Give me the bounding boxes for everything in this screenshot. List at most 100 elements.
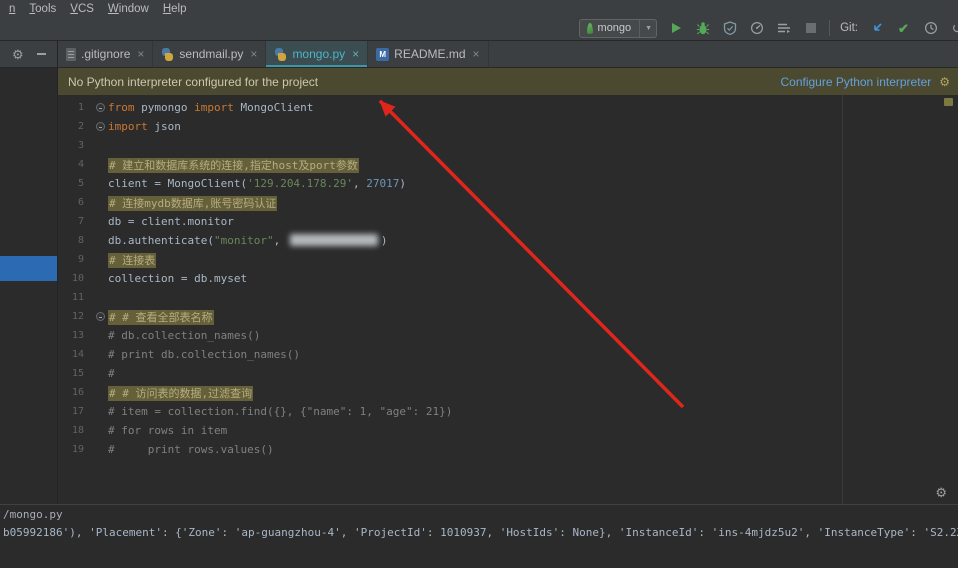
configure-interpreter-link[interactable]: Configure Python interpreter <box>780 75 931 89</box>
menu-item-tools[interactable]: Tools <box>22 1 63 17</box>
code-segment: json <box>154 120 181 133</box>
code-text: # print rows.values() <box>108 443 274 456</box>
run-button[interactable] <box>667 20 684 37</box>
code-line[interactable]: 12 # # 查看全部表名称 <box>58 307 958 326</box>
menu-item-vcs[interactable]: VCS <box>63 1 101 17</box>
code-segment: # print rows.values() <box>108 443 274 456</box>
inspection-marker[interactable] <box>944 98 953 106</box>
code-line[interactable]: 8 db.authenticate("monitor", ) <box>58 231 958 250</box>
main-area: ⚙ .gitignore × sendmail.py × mongo.py × M READM… <box>0 41 958 504</box>
code-text: # # 访问表的数据,过滤查询 <box>108 385 254 401</box>
project-tree[interactable] <box>0 68 57 504</box>
debug-button[interactable] <box>694 20 711 37</box>
code-line[interactable]: 13 # db.collection_names() <box>58 326 958 345</box>
stop-button[interactable] <box>802 20 819 37</box>
code-line[interactable]: 7 db = client.monitor <box>58 212 958 231</box>
line-number: 10 <box>71 273 84 284</box>
code-line[interactable]: 19 # print rows.values() <box>58 440 958 459</box>
close-icon[interactable]: × <box>352 47 359 61</box>
code-segment: # item = collection.find({}, {"name": 1,… <box>108 405 453 418</box>
code-segment: # 连接表 <box>108 252 157 268</box>
history-button[interactable] <box>922 20 939 37</box>
code-segment: # print db.collection_names() <box>108 348 301 361</box>
code-segment: import <box>194 101 241 114</box>
code-line[interactable]: 1 from pymongo import MongoClient <box>58 98 958 117</box>
close-icon[interactable]: × <box>137 47 144 61</box>
menu-item-n[interactable]: n <box>2 1 22 17</box>
line-number: 2 <box>77 121 84 132</box>
line-number: 19 <box>71 444 84 455</box>
text-file-icon <box>66 47 76 61</box>
code-segment: ) <box>399 177 407 190</box>
gear-icon[interactable]: ⚙ <box>12 48 24 61</box>
code-segment: # # 查看全部表名称 <box>108 309 214 325</box>
close-icon[interactable]: × <box>250 47 257 61</box>
editor-tabs: .gitignore × sendmail.py × mongo.py × M README.… <box>58 41 958 68</box>
hide-panel-minus-icon[interactable] <box>36 53 46 55</box>
code-line[interactable]: 2 import json <box>58 117 958 136</box>
code-segment: MongoClient <box>240 101 314 114</box>
code-line[interactable]: 9 # 连接表 <box>58 250 958 269</box>
tab-gitignore[interactable]: .gitignore × <box>58 41 154 67</box>
banner-message: No Python interpreter configured for the… <box>68 74 319 89</box>
commit-button[interactable]: ✔ <box>895 20 912 37</box>
code-segment: ) <box>380 234 388 247</box>
code-line[interactable]: 18 # for rows in item <box>58 421 958 440</box>
line-number: 16 <box>71 387 84 398</box>
mongodb-icon <box>586 22 593 34</box>
update-project-button[interactable] <box>868 20 885 37</box>
code-segment: 27017 <box>366 177 400 190</box>
code-editor[interactable]: 1 from pymongo import MongoClient 2 import … <box>58 95 958 504</box>
interpreter-banner: No Python interpreter configured for the… <box>58 68 958 95</box>
code-line[interactable]: 16 # # 访问表的数据,过滤查询 <box>58 383 958 402</box>
editor-pane: .gitignore × sendmail.py × mongo.py × M README.… <box>58 41 958 504</box>
code-segment: # db.collection_names() <box>108 329 261 342</box>
toolbar-separator <box>829 20 831 36</box>
menu-item-window[interactable]: Window <box>101 1 156 17</box>
menu-item-help[interactable]: Help <box>156 1 194 17</box>
line-number: 3 <box>77 140 84 151</box>
code-line[interactable]: 14 # print db.collection_names() <box>58 345 958 364</box>
banner-settings-icon[interactable]: ⚙ <box>939 75 950 89</box>
concurrency-button[interactable] <box>775 20 792 37</box>
fold-icon[interactable] <box>92 312 108 321</box>
tab-sendmail-py[interactable]: sendmail.py × <box>153 41 267 67</box>
selected-tree-item[interactable] <box>0 256 57 281</box>
tab-label: mongo.py <box>292 47 346 61</box>
code-line[interactable]: 17 # item = collection.find({}, {"name": … <box>58 402 958 421</box>
code-line[interactable]: 3 <box>58 136 958 155</box>
tab-mongo-py[interactable]: mongo.py × <box>266 41 369 67</box>
markdown-file-icon: M <box>376 47 390 61</box>
code-line[interactable]: 11 <box>58 288 958 307</box>
code-line[interactable]: 4 # 建立和数据库系统的连接,指定host及port参数 <box>58 155 958 174</box>
code-segment: '129.204.178.29' <box>247 177 354 190</box>
close-icon[interactable]: × <box>473 47 480 61</box>
coverage-button[interactable] <box>721 20 738 37</box>
code-text: # 建立和数据库系统的连接,指定host及port参数 <box>108 157 359 173</box>
tab-readme-md[interactable]: M README.md × <box>368 41 489 67</box>
fold-icon[interactable] <box>92 122 108 131</box>
concurrency-icon <box>777 23 790 33</box>
code-area[interactable]: 1 from pymongo import MongoClient 2 import … <box>58 98 958 459</box>
project-panel-header: ⚙ <box>0 41 57 68</box>
editor-settings-gear-icon[interactable]: ⚙ <box>935 485 947 501</box>
code-line[interactable]: 15 # <box>58 364 958 383</box>
code-text: # 连接mydb数据库,账号密码认证 <box>108 195 278 211</box>
code-line[interactable]: 10 collection = db.myset <box>58 269 958 288</box>
code-text: # <box>108 367 115 380</box>
code-segment: db.authenticate( <box>108 234 214 247</box>
revert-button[interactable]: ↺ <box>949 20 958 37</box>
git-label: Git: <box>840 22 858 34</box>
fold-icon[interactable] <box>92 103 108 112</box>
tab-label: sendmail.py <box>179 47 244 61</box>
code-segment: # <box>108 367 115 380</box>
redacted-password <box>289 234 378 246</box>
profiler-button[interactable] <box>748 20 765 37</box>
code-line[interactable]: 6 # 连接mydb数据库,账号密码认证 <box>58 193 958 212</box>
line-number: 9 <box>77 254 84 265</box>
code-segment: db = client.monitor <box>108 215 234 228</box>
history-clock-icon <box>924 21 937 35</box>
run-config-selector[interactable]: mongo ▼ <box>578 18 658 38</box>
code-text: # item = collection.find({}, {"name": 1,… <box>108 405 452 418</box>
code-line[interactable]: 5 client = MongoClient('129.204.178.29', … <box>58 174 958 193</box>
